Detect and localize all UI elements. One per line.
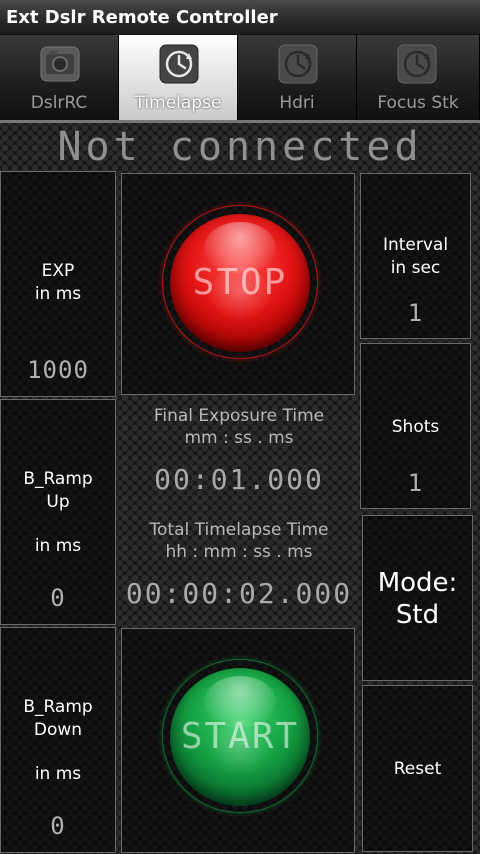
ramp-up-field[interactable]: B_Ramp Up in ms 0 [0, 399, 116, 625]
tab-label: Hdri [279, 93, 315, 113]
ramp-up-value: 0 [50, 584, 66, 612]
tab-label: Focus Stk [377, 93, 459, 113]
interval-value: 1 [407, 299, 424, 327]
start-orb: START [170, 668, 310, 806]
final-exposure-value: 00:01.000 [154, 463, 324, 496]
ramp-down-field[interactable]: B_Ramp Down in ms 0 [0, 627, 116, 853]
mode-label-line2: Std [395, 600, 440, 630]
start-button[interactable]: START [121, 628, 355, 853]
reset-label: Reset [393, 759, 442, 779]
exp-value: 1000 [27, 356, 89, 384]
tab-hdri[interactable]: Hdri [238, 35, 357, 121]
timelapse-panel: Not connected EXP in ms 1000 B_Ramp Up i… [0, 123, 480, 854]
ramp-up-label-line2: Up [46, 492, 70, 512]
clock-icon [278, 44, 318, 84]
tab-label: Timelapse [134, 93, 222, 113]
clock-icon [159, 44, 199, 84]
mode-label-line1: Mode: [377, 568, 458, 598]
app-title-bar: Ext Dslr Remote Controller [0, 0, 480, 35]
tab-dslrrc[interactable]: DslrRC [0, 35, 119, 121]
interval-field[interactable]: Interval in sec 1 [360, 173, 471, 339]
start-label: START [180, 716, 300, 757]
final-exposure-title: Final Exposure Time [153, 406, 325, 426]
shots-label: Shots [391, 417, 440, 437]
tab-focus-stk[interactable]: Focus Stk [357, 35, 480, 121]
stop-orb: STOP [170, 214, 310, 352]
camera-icon [40, 46, 80, 82]
exp-label-line2: in ms [34, 284, 82, 304]
exp-field[interactable]: EXP in ms 1000 [0, 171, 116, 397]
reset-button[interactable]: Reset [362, 685, 473, 852]
stop-label: STOP [192, 262, 288, 303]
total-timelapse-value: 00:00:02.000 [125, 577, 353, 610]
shots-field[interactable]: Shots 1 [360, 343, 471, 509]
ramp-down-label-line1: B_Ramp [23, 697, 93, 717]
ramp-up-label-line1: B_Ramp [23, 469, 93, 489]
total-timelapse-format: hh : mm : ss . ms [165, 542, 313, 562]
ramp-down-value: 0 [50, 812, 66, 840]
tab-bar: DslrRC Timelapse Hdri Focus Stk [0, 35, 480, 121]
clock-icon [397, 44, 437, 84]
stop-button[interactable]: STOP [121, 173, 355, 395]
interval-label-line1: Interval [382, 235, 449, 255]
tab-timelapse[interactable]: Timelapse [119, 35, 238, 121]
app-title: Ext Dslr Remote Controller [6, 7, 278, 28]
ramp-down-label-line3: in ms [34, 764, 82, 784]
final-exposure-format: mm : ss . ms [184, 428, 294, 448]
connection-status: Not connected [57, 124, 423, 170]
interval-label-line2: in sec [390, 258, 441, 278]
mode-button[interactable]: Mode: Std [362, 515, 473, 681]
exp-label-line1: EXP [41, 261, 75, 281]
ramp-up-label-line3: in ms [34, 536, 82, 556]
total-timelapse-title: Total Timelapse Time [149, 520, 329, 540]
shots-value: 1 [407, 469, 424, 497]
tab-label: DslrRC [30, 93, 88, 113]
ramp-down-label-line2: Down [33, 720, 83, 740]
